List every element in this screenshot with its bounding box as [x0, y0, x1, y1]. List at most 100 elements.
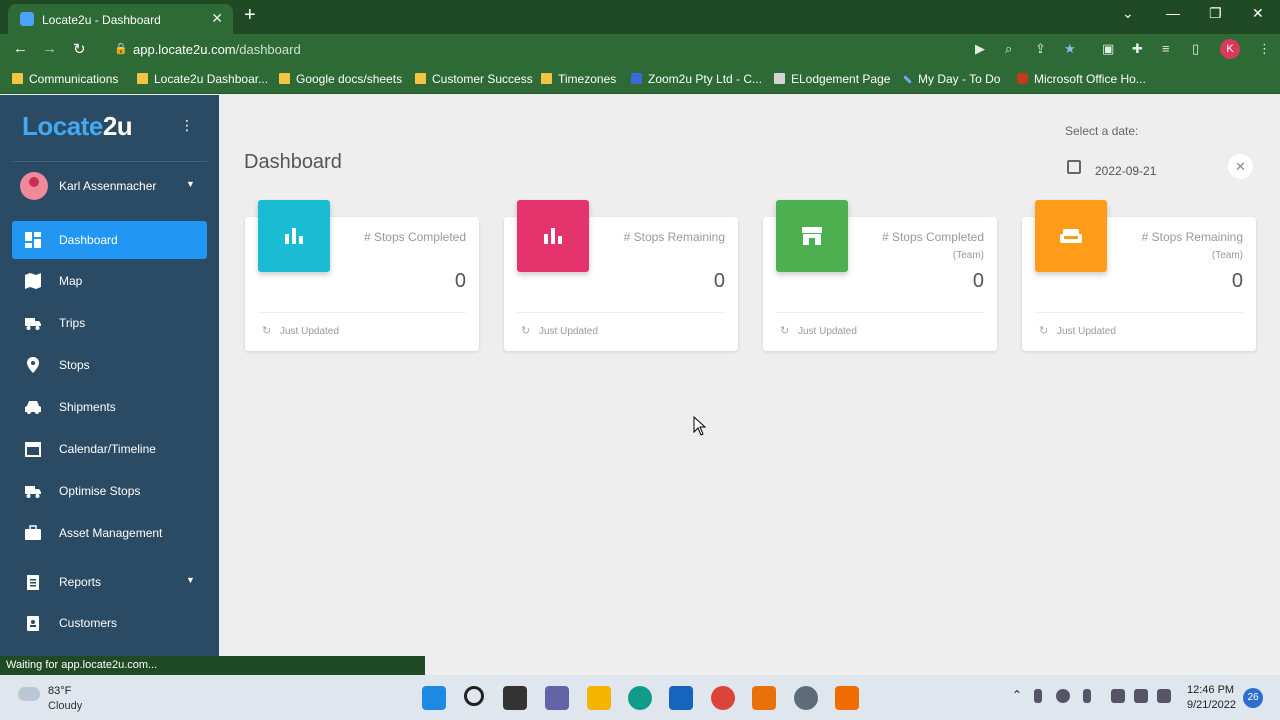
- clear-date-button[interactable]: ✕: [1228, 154, 1253, 179]
- browser-menu-icon[interactable]: ⋮: [1258, 41, 1271, 57]
- sofa-icon: [1060, 229, 1082, 243]
- url-domain: app.locate2u.com: [133, 42, 236, 57]
- settings-gear-icon[interactable]: [794, 686, 818, 710]
- bookmark-item[interactable]: Timezones: [541, 72, 616, 86]
- taskbar: 83°F Cloudy ⌃ 12:46 PM 9/21/2022 26: [0, 675, 1280, 720]
- extensions-icon[interactable]: ✚: [1132, 41, 1143, 57]
- sidebar-item-reports[interactable]: Reports ▼: [12, 563, 207, 601]
- clock-date[interactable]: 9/21/2022: [1187, 699, 1236, 711]
- bookmark-item[interactable]: My Day - To Do: [903, 72, 1000, 86]
- bookmark-item[interactable]: Google docs/sheets: [279, 72, 402, 86]
- edge-icon[interactable]: [628, 686, 652, 710]
- battery-icon[interactable]: [1157, 689, 1171, 703]
- card-icon-tile: [1035, 200, 1107, 272]
- microphone-icon[interactable]: [1034, 689, 1042, 703]
- forward-icon[interactable]: →: [42, 40, 57, 57]
- caret-down-icon[interactable]: ▼: [186, 179, 195, 189]
- file-explorer-icon[interactable]: [587, 686, 611, 710]
- bookmark-item[interactable]: Locate2u Dashboar...: [137, 72, 268, 86]
- bookmark-item[interactable]: Zoom2u Pty Ltd - C...: [631, 72, 762, 86]
- user-name[interactable]: Karl Assenmacher: [59, 179, 156, 193]
- user-avatar[interactable]: [20, 172, 48, 200]
- bookmark-item[interactable]: Customer Success: [415, 72, 533, 86]
- sidebar-item-calendar-timeline[interactable]: Calendar/Timeline: [12, 430, 207, 468]
- store-app-icon[interactable]: [669, 686, 693, 710]
- calendar-icon[interactable]: [1067, 160, 1081, 174]
- profile-avatar[interactable]: K: [1220, 39, 1240, 59]
- notification-badge[interactable]: 26: [1243, 688, 1263, 708]
- pen-icon: [903, 75, 912, 84]
- minimize-icon[interactable]: —: [1166, 5, 1180, 21]
- map-icon: [25, 273, 41, 289]
- share-icon[interactable]: ⇪: [1035, 41, 1046, 57]
- bookmark-star-icon[interactable]: ★: [1064, 41, 1076, 57]
- snipping-tool-icon[interactable]: [752, 686, 776, 710]
- page-favicon-icon: [774, 73, 785, 84]
- tab-close-icon[interactable]: ✕: [211, 10, 223, 27]
- restore-icon[interactable]: ❐: [1209, 5, 1222, 22]
- reading-list-icon[interactable]: ≡: [1162, 41, 1170, 56]
- mouse-cursor-icon: [693, 416, 707, 436]
- calendar-icon: [25, 442, 41, 457]
- locate2u-logo[interactable]: Locate2u: [22, 111, 133, 142]
- truck-icon: [25, 318, 41, 330]
- tab-search-icon[interactable]: ⌄: [1122, 5, 1134, 22]
- office-icon: [1017, 73, 1028, 84]
- volume-icon[interactable]: [1134, 689, 1148, 703]
- calendar-favicon-icon: [631, 73, 642, 84]
- sidebar-item-stops[interactable]: Stops: [12, 346, 207, 384]
- teams-icon[interactable]: [545, 686, 569, 710]
- search-icon[interactable]: [464, 686, 484, 706]
- sidebar-item-shipments[interactable]: Shipments: [12, 388, 207, 426]
- close-window-icon[interactable]: ✕: [1252, 5, 1264, 22]
- bookmark-item[interactable]: ELodgement Page: [774, 72, 890, 86]
- lock-icon[interactable]: 🔒: [114, 42, 128, 55]
- onedrive-cloud-icon[interactable]: [1056, 689, 1070, 703]
- chat-app-icon[interactable]: [835, 686, 859, 710]
- stat-card-stops-completed-team: # Stops Completed (Team) 0 ↻ Just Update…: [763, 200, 997, 351]
- task-view-icon[interactable]: [503, 686, 527, 710]
- card-value: 0: [713, 270, 725, 292]
- browser-tab[interactable]: Locate2u - Dashboard ✕: [8, 4, 233, 34]
- date-input[interactable]: [1095, 160, 1225, 182]
- weather-description[interactable]: Cloudy: [48, 700, 82, 712]
- back-icon[interactable]: ←: [13, 40, 28, 57]
- sidebar-item-asset-management[interactable]: Asset Management: [12, 514, 207, 552]
- show-hidden-icons-icon[interactable]: ⌃: [1012, 688, 1022, 702]
- folder-icon: [12, 73, 23, 84]
- card-sublabel: (Team): [1211, 250, 1243, 261]
- sidebar-item-map[interactable]: Map: [12, 262, 207, 300]
- sidebar-item-dashboard[interactable]: Dashboard: [12, 221, 207, 259]
- card-icon-tile: [517, 200, 589, 272]
- briefcase-icon: [25, 525, 41, 540]
- sidebar-menu-icon[interactable]: ⋮: [180, 117, 194, 134]
- zoom-icon[interactable]: ⌕: [1005, 41, 1012, 57]
- card-icon-tile: [776, 200, 848, 272]
- address-bar[interactable]: app.locate2u.com/dashboard: [133, 42, 301, 57]
- cloud-icon[interactable]: [18, 687, 40, 701]
- windows-start-icon[interactable]: [422, 686, 446, 710]
- car-icon: [25, 401, 41, 414]
- chrome-icon[interactable]: [711, 686, 735, 710]
- divider: [1035, 312, 1243, 313]
- new-tab-button[interactable]: +: [244, 4, 256, 27]
- side-panel-icon[interactable]: ▯: [1192, 41, 1199, 57]
- sidebar-item-optimise-stops[interactable]: Optimise Stops: [12, 472, 207, 510]
- sidebar-item-trips[interactable]: Trips: [12, 304, 207, 342]
- card-icon-tile: [258, 200, 330, 272]
- caret-down-icon: ▼: [186, 575, 195, 585]
- weather-temperature[interactable]: 83°F: [48, 685, 71, 697]
- browser-toolbar: ← → ↻ 🔒 app.locate2u.com/dashboard ▶ ⌕ ⇪…: [0, 34, 1280, 64]
- reload-icon[interactable]: ↻: [73, 40, 86, 58]
- mic-icon[interactable]: [1083, 689, 1091, 703]
- camera-icon[interactable]: ▶: [975, 41, 985, 57]
- bookmark-item[interactable]: Microsoft Office Ho...: [1017, 72, 1146, 86]
- refresh-icon: ↻: [262, 325, 272, 337]
- card-sublabel: (Team): [952, 250, 984, 261]
- bookmark-item[interactable]: Communications: [12, 72, 118, 86]
- clock-time[interactable]: 12:46 PM: [1187, 684, 1234, 696]
- card-label: # Stops Remaining: [623, 230, 725, 244]
- sidebar-item-customers[interactable]: Customers: [12, 604, 207, 642]
- extension-badge-icon[interactable]: ▣: [1102, 41, 1114, 57]
- network-icon[interactable]: [1111, 689, 1125, 703]
